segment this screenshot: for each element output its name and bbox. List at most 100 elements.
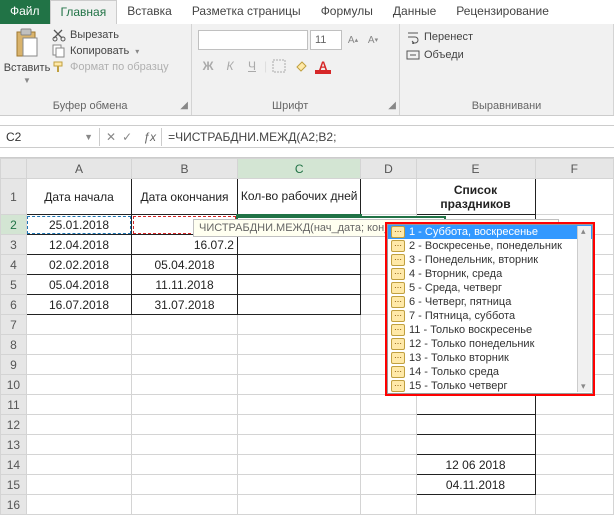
cell[interactable] — [26, 435, 131, 455]
dialog-launcher-icon[interactable]: ◢ — [388, 100, 396, 111]
cell[interactable] — [237, 235, 361, 255]
row-header-7[interactable]: 7 — [1, 315, 27, 335]
borders-button[interactable] — [269, 56, 289, 76]
dropdown-option[interactable]: ⋯5 - Среда, четверг — [388, 281, 592, 295]
cell[interactable]: 02.02.2018 — [26, 255, 131, 275]
cell[interactable] — [26, 415, 131, 435]
cell[interactable] — [26, 495, 131, 515]
cell[interactable]: 12.04.2018 — [26, 235, 131, 255]
fx-button[interactable]: ƒx — [138, 128, 162, 146]
tab-home[interactable]: Главная — [50, 0, 118, 24]
cell[interactable] — [361, 415, 416, 435]
copy-button[interactable]: Копировать▾ — [52, 44, 169, 58]
cell[interactable] — [26, 375, 131, 395]
cell[interactable] — [535, 455, 614, 475]
dropdown-option[interactable]: ⋯15 - Только четверг — [388, 379, 592, 393]
cell[interactable] — [237, 335, 361, 355]
cell[interactable] — [132, 455, 238, 475]
row-header-4[interactable]: 4 — [1, 255, 27, 275]
dropdown-option[interactable]: ⋯13 - Только вторник — [388, 351, 592, 365]
cell[interactable] — [535, 435, 614, 455]
cell[interactable] — [535, 475, 614, 495]
scrollbar[interactable] — [577, 226, 591, 392]
cell[interactable] — [361, 495, 416, 515]
shrink-font-button[interactable]: A▾ — [364, 31, 382, 49]
cell[interactable] — [535, 179, 614, 215]
font-family-select[interactable] — [198, 30, 308, 50]
cell[interactable] — [535, 495, 614, 515]
font-color-button[interactable]: A — [313, 56, 333, 76]
cell[interactable]: Кол-во рабочих дней — [237, 179, 361, 215]
row-header-1[interactable]: 1 — [1, 179, 27, 215]
bold-button[interactable]: Ж — [198, 56, 218, 76]
dropdown-option[interactable]: ⋯12 - Только понедельник — [388, 337, 592, 351]
cell[interactable]: 25.01.2018 — [26, 215, 131, 235]
row-header-13[interactable]: 13 — [1, 435, 27, 455]
cell[interactable] — [237, 375, 361, 395]
cell[interactable]: 05.04.2018 — [26, 275, 131, 295]
col-header-A[interactable]: A — [26, 159, 131, 179]
tab-formulas[interactable]: Формулы — [311, 0, 383, 24]
merge-button[interactable]: Объеди — [406, 48, 607, 62]
cell[interactable]: 16.07.2 — [132, 235, 238, 255]
cell[interactable] — [361, 475, 416, 495]
cell[interactable] — [132, 355, 238, 375]
dropdown-option[interactable]: ⋯7 - Пятница, суббота — [388, 309, 592, 323]
row-header-10[interactable]: 10 — [1, 375, 27, 395]
accept-formula-icon[interactable]: ✓ — [122, 130, 132, 144]
cell[interactable]: 31.07.2018 — [132, 295, 238, 315]
cell[interactable] — [132, 475, 238, 495]
row-header-6[interactable]: 6 — [1, 295, 27, 315]
cell[interactable]: 16.07.2018 — [26, 295, 131, 315]
cell[interactable] — [26, 315, 131, 335]
dropdown-option[interactable]: ⋯11 - Только воскресенье — [388, 323, 592, 337]
italic-button[interactable]: К — [220, 56, 240, 76]
cell[interactable]: 05.04.2018 — [132, 255, 238, 275]
cell[interactable]: 12 06 2018 — [416, 455, 535, 475]
formula-input[interactable]: =ЧИСТРАБДНИ.МЕЖД(A2;B2; — [162, 128, 614, 146]
tab-file[interactable]: Файл — [0, 0, 50, 24]
row-header-11[interactable]: 11 — [1, 395, 27, 415]
dropdown-option[interactable]: ⋯6 - Четверг, пятница — [388, 295, 592, 309]
select-all-corner[interactable] — [1, 159, 27, 179]
cancel-formula-icon[interactable]: ✕ — [106, 130, 116, 144]
row-header-2[interactable]: 2 — [1, 215, 27, 235]
cell[interactable] — [535, 395, 614, 415]
row-header-5[interactable]: 5 — [1, 275, 27, 295]
cell[interactable] — [237, 455, 361, 475]
cell[interactable] — [361, 179, 416, 215]
cell[interactable] — [26, 475, 131, 495]
row-header-15[interactable]: 15 — [1, 475, 27, 495]
cell[interactable] — [416, 415, 535, 435]
dialog-launcher-icon[interactable]: ◢ — [180, 100, 188, 111]
col-header-D[interactable]: D — [361, 159, 416, 179]
tab-layout[interactable]: Разметка страницы — [182, 0, 311, 24]
wrap-text-button[interactable]: Перенест — [406, 30, 607, 44]
row-header-9[interactable]: 9 — [1, 355, 27, 375]
col-header-F[interactable]: F — [535, 159, 614, 179]
dropdown-option[interactable]: ⋯3 - Понедельник, вторник — [388, 253, 592, 267]
dropdown-option[interactable]: ⋯1 - Суббота, воскресенье — [388, 225, 592, 239]
cell[interactable] — [132, 435, 238, 455]
tab-data[interactable]: Данные — [383, 0, 446, 24]
grow-font-button[interactable]: A▴ — [344, 31, 362, 49]
formula-argument-dropdown[interactable]: ⋯1 - Суббота, воскресенье⋯2 - Воскресень… — [385, 222, 595, 396]
cell[interactable] — [132, 415, 238, 435]
cell[interactable] — [26, 335, 131, 355]
cell[interactable] — [26, 395, 131, 415]
cell[interactable]: Дата окончания — [132, 179, 238, 215]
cell[interactable]: 04.11.2018 — [416, 475, 535, 495]
cell[interactable] — [416, 435, 535, 455]
cell[interactable] — [26, 455, 131, 475]
cell[interactable] — [237, 275, 361, 295]
font-size-select[interactable] — [310, 30, 342, 50]
cell[interactable] — [361, 435, 416, 455]
cell[interactable] — [26, 355, 131, 375]
format-painter-button[interactable]: Формат по образцу — [52, 60, 169, 74]
cell[interactable] — [416, 495, 535, 515]
cell[interactable]: 11.11.2018 — [132, 275, 238, 295]
tab-review[interactable]: Рецензирование — [446, 0, 559, 24]
cell[interactable] — [237, 255, 361, 275]
paste-button[interactable]: Вставить ▼ — [6, 28, 48, 85]
cell[interactable] — [237, 315, 361, 335]
